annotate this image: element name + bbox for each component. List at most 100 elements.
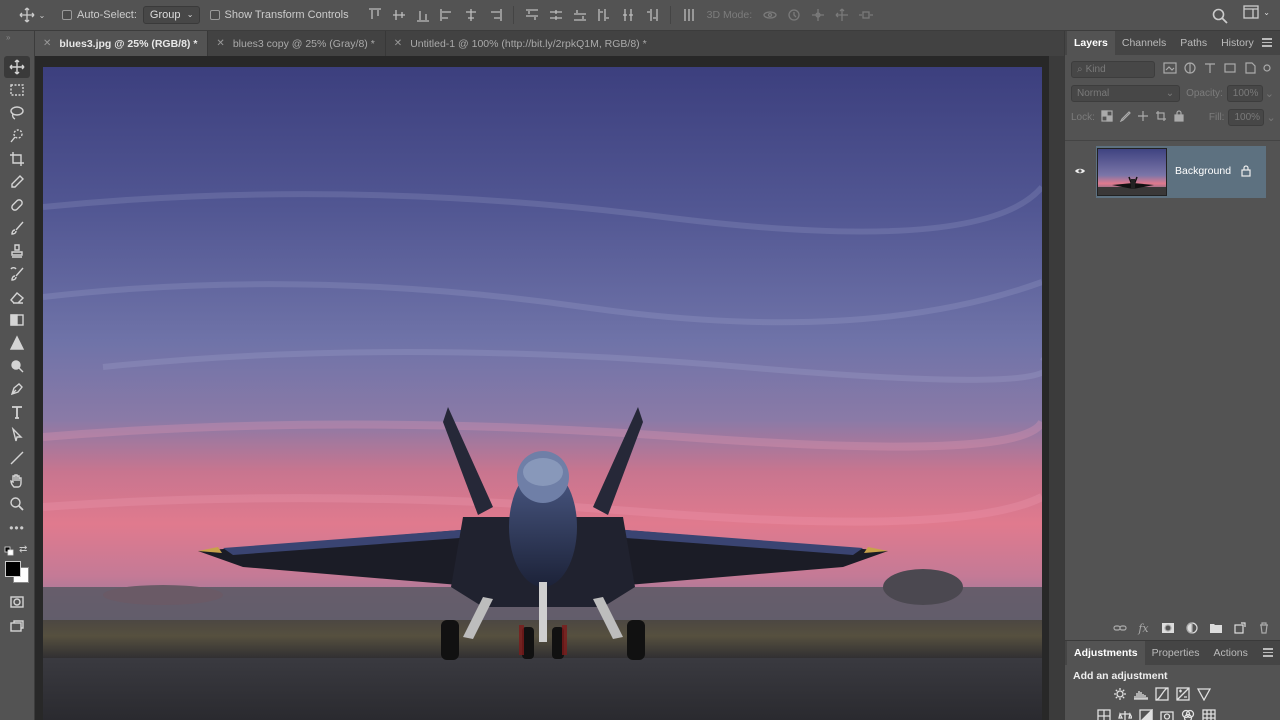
3d-slide-icon[interactable] [830,4,854,26]
search-icon[interactable] [1208,5,1232,27]
black-white-icon[interactable] [1137,708,1154,720]
hand-tool[interactable] [4,470,30,492]
blur-tool[interactable] [4,332,30,354]
brightness-contrast-icon[interactable] [1111,686,1128,702]
auto-align-icon[interactable] [677,4,701,26]
lock-all-icon[interactable] [1173,109,1185,125]
mask-icon[interactable] [1158,622,1177,634]
tab-paths[interactable]: Paths [1173,31,1214,55]
color-balance-icon[interactable] [1116,708,1133,720]
type-filter-icon[interactable] [1203,62,1217,77]
tab-actions[interactable]: Actions [1206,641,1254,665]
align-top-icon[interactable] [363,4,387,26]
distribute-hcenter-icon[interactable] [616,4,640,26]
show-transform-checkbox[interactable] [209,10,220,20]
distribute-bottom-icon[interactable] [568,4,592,26]
tab-history[interactable]: History [1214,31,1261,55]
tab-adjustments[interactable]: Adjustments [1067,641,1145,665]
link-icon[interactable] [1110,623,1129,633]
lock-pixels-icon[interactable] [1119,110,1131,125]
align-right-icon[interactable] [483,4,507,26]
adjustment-layer-icon[interactable] [1182,622,1201,634]
filter-toggle-icon[interactable] [1263,62,1271,77]
panel-menu-icon[interactable] [1262,36,1272,49]
folder-icon[interactable] [1206,622,1225,634]
quick-mask-tool[interactable] [4,591,30,613]
auto-select-toggle[interactable]: Auto-Select: [62,4,137,26]
lasso-tool[interactable] [4,102,30,124]
pen-tool[interactable] [4,378,30,400]
foreground-color-swatch[interactable] [5,561,21,577]
eye-icon[interactable] [1074,166,1086,179]
shape-filter-icon[interactable] [1223,62,1237,77]
move-tool[interactable] [4,56,30,78]
align-bottom-icon[interactable] [411,4,435,26]
distribute-vcenter-icon[interactable] [544,4,568,26]
pixel-filter-icon[interactable] [1163,61,1177,77]
zoom-tool[interactable] [4,493,30,515]
auto-select-checkbox[interactable] [62,10,72,20]
align-left-icon[interactable] [435,4,459,26]
photo-filter-icon[interactable] [1158,708,1175,720]
layer-name[interactable]: Background [1175,165,1231,177]
default-colors-icon[interactable] [4,546,14,559]
3d-pan-icon[interactable] [806,4,830,26]
distribute-top-icon[interactable] [520,4,544,26]
workspace-switcher[interactable]: ⌄ [1243,5,1270,19]
more-tools-icon[interactable]: ••• [4,517,30,539]
clone-stamp-tool[interactable] [4,240,30,262]
gradient-tool[interactable] [4,309,30,331]
exposure-icon[interactable] [1174,686,1191,702]
layer-row[interactable]: Background [1065,146,1280,198]
opacity-field[interactable]: 100% [1226,84,1263,102]
channel-mixer-icon[interactable] [1179,708,1196,720]
new-layer-icon[interactable] [1230,622,1249,634]
document-canvas[interactable] [43,67,1042,720]
lock-transparent-icon[interactable] [1101,109,1113,125]
history-brush-tool[interactable] [4,263,30,285]
healing-brush-tool[interactable] [4,194,30,216]
eyedropper-tool[interactable] [4,171,30,193]
lock-position-icon[interactable] [1137,110,1149,125]
tab-layers[interactable]: Layers [1067,31,1115,55]
smart-filter-icon[interactable] [1243,61,1257,77]
tab-properties[interactable]: Properties [1145,641,1207,665]
3d-roll-icon[interactable] [782,4,806,26]
quick-select-tool[interactable] [4,125,30,147]
fx-icon[interactable]: fx [1134,622,1153,635]
lock-artboard-icon[interactable] [1155,110,1167,125]
vertical-scrollbar[interactable] [1049,56,1064,720]
levels-icon[interactable] [1132,686,1149,702]
curves-icon[interactable] [1153,686,1170,702]
distribute-right-icon[interactable] [640,4,664,26]
tab-channels[interactable]: Channels [1115,31,1173,55]
close-icon[interactable]: ✕ [394,38,402,49]
crop-tool[interactable] [4,148,30,170]
fill-field[interactable]: 100% [1228,108,1265,126]
marquee-tool[interactable] [4,79,30,101]
vibrance-icon[interactable] [1195,686,1212,702]
collapse-icon[interactable]: » [6,33,10,42]
brush-tool[interactable] [4,217,30,239]
align-hcenter-icon[interactable] [459,4,483,26]
document-tab[interactable]: ✕ Untitled-1 @ 100% (http://bit.ly/2rpkQ… [386,31,657,56]
3d-orbit-icon[interactable] [758,4,782,26]
document-tab[interactable]: ✕ blues3 copy @ 25% (Gray/8) * [208,31,386,56]
auto-select-dropdown[interactable]: Group ⌄ [142,6,200,24]
screen-mode-tool[interactable] [4,615,30,637]
kind-filter[interactable]: ⌕ Kind [1071,60,1155,78]
canvas-area[interactable] [35,56,1064,720]
trash-icon[interactable] [1254,622,1273,634]
adjustment-filter-icon[interactable] [1183,61,1197,77]
align-vcenter-icon[interactable] [387,4,411,26]
line-tool[interactable] [4,447,30,469]
color-lookup-icon[interactable] [1200,708,1217,720]
document-tab[interactable]: ✕ blues3.jpg @ 25% (RGB/8) * [35,31,209,56]
swap-colors-icon[interactable]: ⇄ [19,544,27,555]
path-select-tool[interactable] [4,424,30,446]
3d-scale-icon[interactable] [854,4,878,26]
type-tool[interactable] [4,401,30,423]
eraser-tool[interactable] [4,286,30,308]
blend-mode-dropdown[interactable]: Normal ⌄ [1071,84,1181,102]
move-tool-preset[interactable]: ⌄ [14,4,50,26]
